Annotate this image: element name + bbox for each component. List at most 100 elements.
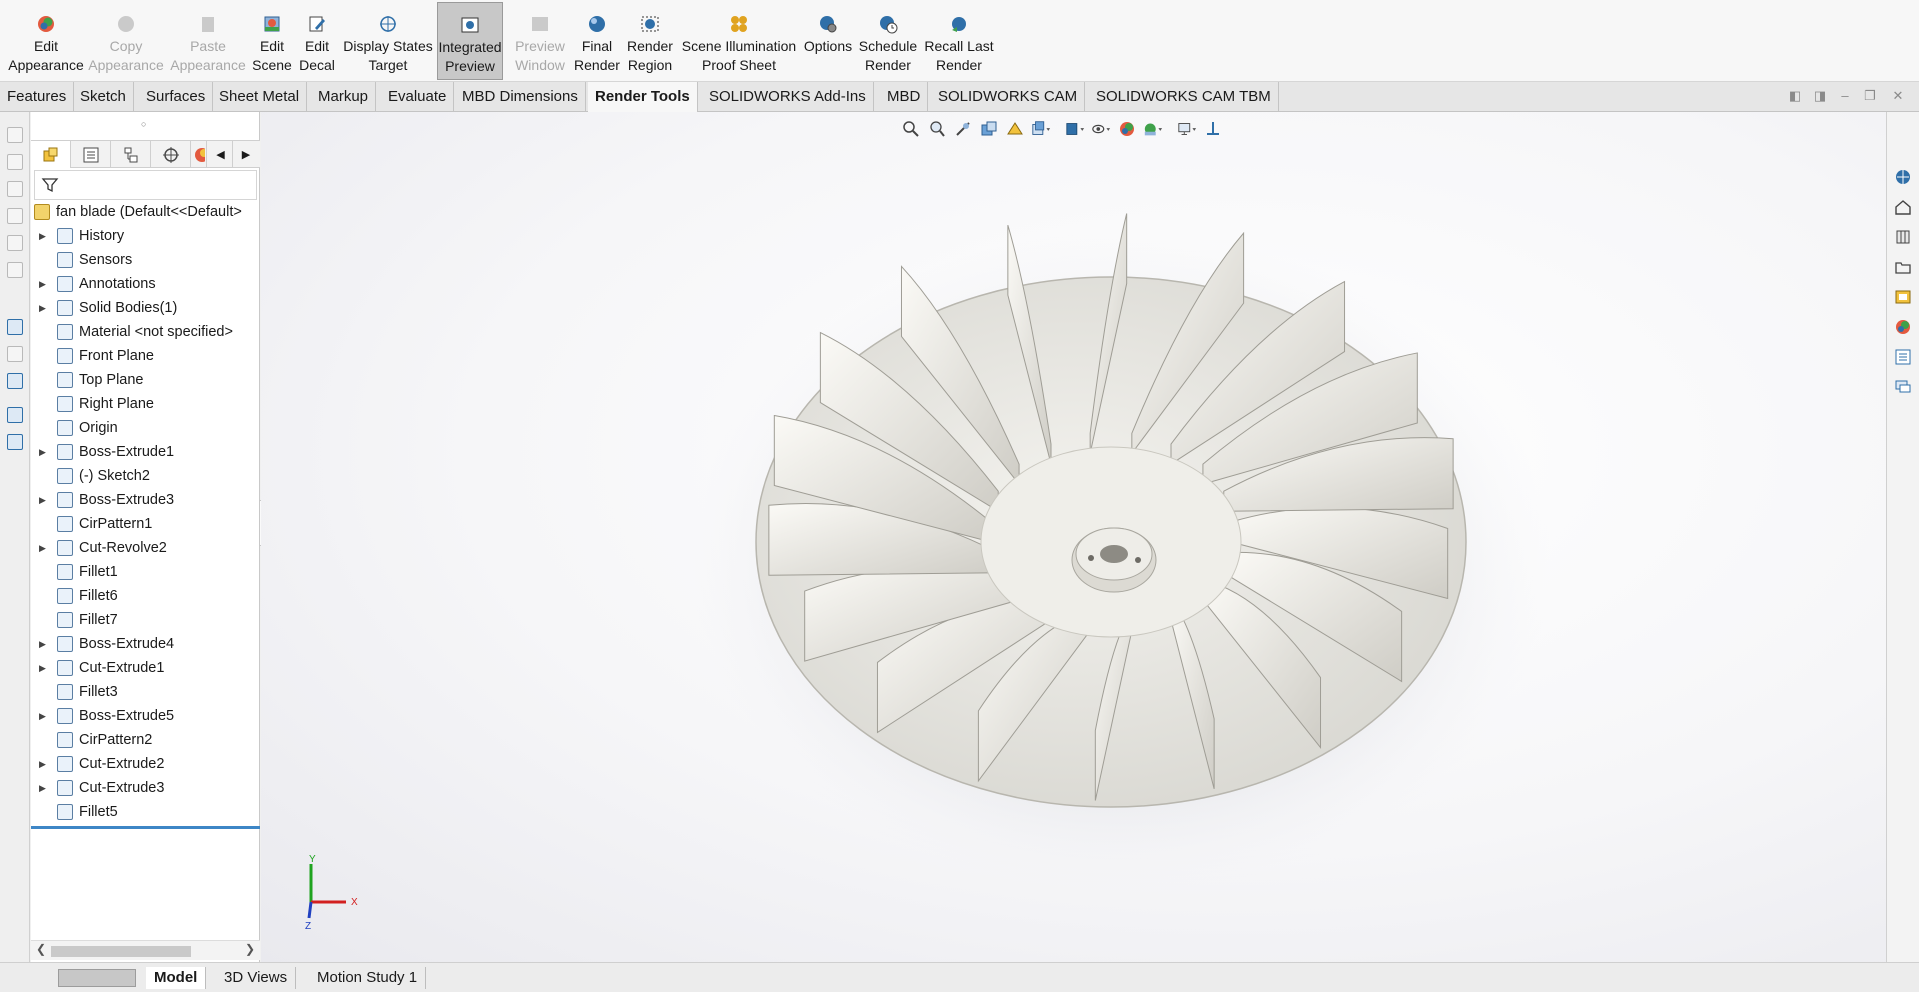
integrated-preview-button[interactable]: Integrated Preview xyxy=(437,2,503,80)
schedule-render-button[interactable]: Schedule Render xyxy=(858,2,918,78)
property-manager-tab[interactable] xyxy=(71,141,111,168)
view-palette-icon[interactable] xyxy=(1893,287,1913,307)
file-explorer-icon[interactable] xyxy=(1893,257,1913,277)
panel-collapse-handle[interactable]: ○ xyxy=(141,119,146,129)
custom-properties-icon[interactable] xyxy=(1893,347,1913,367)
tree-item-top-plane[interactable]: Top Plane xyxy=(31,368,260,392)
tree-item-right-plane[interactable]: Right Plane xyxy=(31,392,260,416)
strip-tool-icon[interactable] xyxy=(7,127,23,143)
expand-arrow-icon[interactable]: ▶ xyxy=(39,663,49,674)
tab-navigation-arrows[interactable] xyxy=(58,969,136,987)
tree-filter-input[interactable] xyxy=(34,170,257,200)
strip-tool-icon[interactable] xyxy=(7,373,23,389)
strip-tool-icon[interactable] xyxy=(7,434,23,450)
scroll-right-icon[interactable]: ▶ xyxy=(234,141,258,168)
design-library-icon[interactable] xyxy=(1893,227,1913,247)
scroll-left-icon[interactable]: ◀ xyxy=(209,141,233,168)
tree-item-boss-extrude3[interactable]: ▶ Boss-Extrude3 xyxy=(31,488,260,512)
tree-item-fillet7[interactable]: Fillet7 xyxy=(31,608,260,632)
expand-arrow-icon[interactable]: ▶ xyxy=(39,495,49,506)
tree-item-annotations[interactable]: ▶ Annotations xyxy=(31,272,260,296)
tree-item-solid-bodies-1[interactable]: ▶ Solid Bodies(1) xyxy=(31,296,260,320)
tab-render-tools[interactable]: Render Tools xyxy=(588,82,698,113)
tree-item-cut-revolve2[interactable]: ▶ Cut-Revolve2 xyxy=(31,536,260,560)
graphics-viewport[interactable]: Y X Z xyxy=(261,112,1886,962)
forum-icon[interactable] xyxy=(1893,377,1913,397)
tab-markup[interactable]: Markup xyxy=(311,82,377,112)
tab-solidworks-cam-tbm[interactable]: SOLIDWORKS CAM TBM xyxy=(1089,82,1279,112)
tree-item-fillet6[interactable]: Fillet6 xyxy=(31,584,260,608)
tree-item-boss-extrude5[interactable]: ▶ Boss-Extrude5 xyxy=(31,704,260,728)
close-icon[interactable]: ✕ xyxy=(1890,88,1906,104)
strip-tool-icon[interactable] xyxy=(7,346,23,362)
tree-item-cut-extrude1[interactable]: ▶ Cut-Extrude1 xyxy=(31,656,260,680)
solidworks-resources-icon[interactable] xyxy=(1893,167,1913,187)
dimxpert-manager-tab[interactable] xyxy=(151,141,191,168)
render-region-button[interactable]: Render Region xyxy=(624,2,676,78)
preview-window-button[interactable]: Preview Window xyxy=(512,2,568,78)
edit-scene-button[interactable]: Edit Scene xyxy=(252,2,292,78)
tree-item-cirpattern2[interactable]: CirPattern2 xyxy=(31,728,260,752)
tree-root-part[interactable]: fan blade (Default<<Default> xyxy=(31,200,260,224)
scroll-right-arrow-icon[interactable]: ❯ xyxy=(245,942,255,956)
strip-tool-icon[interactable] xyxy=(7,208,23,224)
tree-item-fillet5[interactable]: Fillet5 xyxy=(31,800,260,824)
tab-mbd-dimensions[interactable]: MBD Dimensions xyxy=(455,82,586,112)
tree-item-fillet1[interactable]: Fillet1 xyxy=(31,560,260,584)
tree-item-sensors[interactable]: Sensors xyxy=(31,248,260,272)
expand-arrow-icon[interactable]: ▶ xyxy=(39,639,49,650)
edit-appearance-button[interactable]: Edit Appearance xyxy=(8,2,84,78)
expand-arrow-icon[interactable]: ▶ xyxy=(39,447,49,458)
fan-blade-model[interactable] xyxy=(261,112,1886,962)
tree-item-front-plane[interactable]: Front Plane xyxy=(31,344,260,368)
bottom-tab-model[interactable]: Model xyxy=(146,967,207,989)
minimize-icon[interactable]: – xyxy=(1837,88,1853,104)
tree-horizontal-scrollbar[interactable]: ❮ ❯ xyxy=(31,940,260,960)
bottom-tab-3d-views[interactable]: 3D Views xyxy=(216,967,297,989)
copy-appearance-button[interactable]: Copy Appearance xyxy=(82,2,170,78)
expand-arrow-icon[interactable]: ▶ xyxy=(39,231,49,242)
expand-arrow-icon[interactable]: ▶ xyxy=(39,279,49,290)
tree-item-boss-extrude4[interactable]: ▶ Boss-Extrude4 xyxy=(31,632,260,656)
tree-item-boss-extrude1[interactable]: ▶ Boss-Extrude1 xyxy=(31,440,260,464)
tab-sheet-metal[interactable]: Sheet Metal xyxy=(212,82,308,112)
bottom-tab-motion-study-1[interactable]: Motion Study 1 xyxy=(309,967,427,989)
home-icon[interactable] xyxy=(1893,197,1913,217)
restore-right-icon[interactable]: ◨ xyxy=(1812,88,1828,104)
proof-sheet-button[interactable]: Scene Illumination Proof Sheet xyxy=(679,2,799,78)
tab-surfaces[interactable]: Surfaces xyxy=(139,82,214,112)
configuration-manager-tab[interactable] xyxy=(111,141,151,168)
tree-item-history[interactable]: ▶ History xyxy=(31,224,260,248)
feature-manager-tab[interactable] xyxy=(31,141,71,168)
expand-arrow-icon[interactable]: ▶ xyxy=(39,303,49,314)
strip-tool-icon[interactable] xyxy=(7,262,23,278)
tree-item-material-not-specified[interactable]: Material <not specified> xyxy=(31,320,260,344)
edit-decal-button[interactable]: Edit Decal xyxy=(297,2,337,78)
strip-tool-icon[interactable] xyxy=(7,235,23,251)
tab-solidworks-cam[interactable]: SOLIDWORKS CAM xyxy=(931,82,1086,112)
scrollbar-thumb[interactable] xyxy=(51,946,191,957)
tree-item-cut-extrude3[interactable]: ▶ Cut-Extrude3 xyxy=(31,776,260,800)
tab-features[interactable]: Features xyxy=(0,82,75,112)
options-button[interactable]: Options xyxy=(800,2,856,78)
expand-arrow-icon[interactable]: ▶ xyxy=(39,711,49,722)
expand-arrow-icon[interactable]: ▶ xyxy=(39,783,49,794)
expand-arrow-icon[interactable]: ▶ xyxy=(39,543,49,554)
strip-tool-icon[interactable] xyxy=(7,319,23,335)
tab-mbd[interactable]: MBD xyxy=(880,82,929,112)
scroll-left-arrow-icon[interactable]: ❮ xyxy=(36,942,46,956)
tree-item-origin[interactable]: Origin xyxy=(31,416,260,440)
strip-tool-icon[interactable] xyxy=(7,407,23,423)
strip-tool-icon[interactable] xyxy=(7,154,23,170)
tab-evaluate[interactable]: Evaluate xyxy=(381,82,455,112)
tab-sketch[interactable]: Sketch xyxy=(73,82,134,112)
tree-item-cirpattern1[interactable]: CirPattern1 xyxy=(31,512,260,536)
appearances-scenes-decals-icon[interactable] xyxy=(1893,317,1913,337)
restore-left-icon[interactable]: ◧ xyxy=(1787,88,1803,104)
final-render-button[interactable]: Final Render xyxy=(573,2,621,78)
paste-appearance-button[interactable]: Paste Appearance xyxy=(164,2,252,78)
tree-item-sketch2[interactable]: (-) Sketch2 xyxy=(31,464,260,488)
recall-render-button[interactable]: Recall Last Render xyxy=(922,2,996,78)
expand-arrow-icon[interactable]: ▶ xyxy=(39,759,49,770)
strip-tool-icon[interactable] xyxy=(7,181,23,197)
